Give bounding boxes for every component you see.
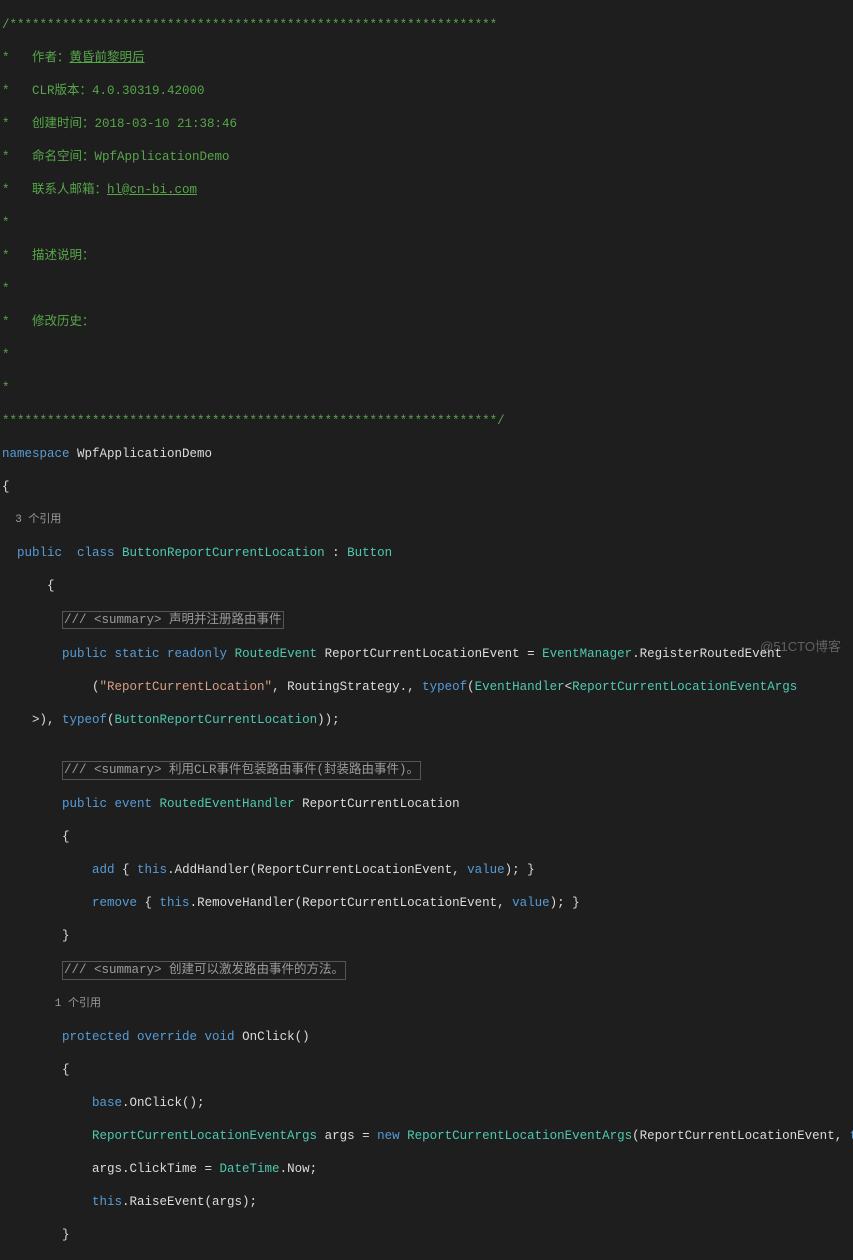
brace-open-4: { bbox=[2, 1062, 853, 1079]
header-namespace: * 命名空间：WpfApplicationDemo bbox=[2, 149, 853, 166]
remove-handler: remove { this.RemoveHandler(ReportCurren… bbox=[2, 895, 853, 912]
base-onclick: base.OnClick(); bbox=[2, 1095, 853, 1112]
header-stars: /***************************************… bbox=[2, 17, 853, 34]
brace-close-4: } bbox=[2, 1227, 853, 1244]
header-clr: * CLR版本：4.0.30319.42000 bbox=[2, 83, 853, 100]
summary-3: /// <summary> 创建可以激发路由事件的方法。 bbox=[2, 961, 853, 980]
register-event-line-3: >), typeof(ButtonReportCurrentLocation))… bbox=[2, 712, 853, 729]
header-desc: * 描述说明： bbox=[2, 248, 853, 265]
namespace-line: namespace WpfApplicationDemo bbox=[2, 446, 853, 463]
args-new: ReportCurrentLocationEventArgs args = ne… bbox=[2, 1128, 853, 1145]
add-handler: add { this.AddHandler(ReportCurrentLocat… bbox=[2, 862, 853, 879]
summary-1: /// <summary> 声明并注册路由事件 bbox=[2, 611, 853, 630]
header-blank4: * bbox=[2, 380, 853, 397]
brace-close-3: } bbox=[2, 928, 853, 945]
brace-open: { bbox=[2, 479, 853, 496]
register-event-line-1: public static readonly RoutedEvent Repor… bbox=[2, 646, 853, 663]
register-event-line-2: ("ReportCurrentLocation", RoutingStrateg… bbox=[2, 679, 853, 696]
header-blank3: * bbox=[2, 347, 853, 364]
references-link-3[interactable]: 3 个引用 bbox=[2, 512, 853, 529]
header-created: * 创建时间：2018-03-10 21:38:46 bbox=[2, 116, 853, 133]
header-blank2: * bbox=[2, 281, 853, 298]
brace-open-3: { bbox=[2, 829, 853, 846]
header-history: * 修改历史： bbox=[2, 314, 853, 331]
code-editor[interactable]: /***************************************… bbox=[0, 0, 853, 1260]
brace-open-2: { bbox=[2, 578, 853, 595]
references-link-1[interactable]: 1 个引用 bbox=[2, 996, 853, 1013]
header-email: * 联系人邮箱：hl@cn-bi.com bbox=[2, 182, 853, 199]
onclick-declaration: protected override void OnClick() bbox=[2, 1029, 853, 1046]
raise-event: this.RaiseEvent(args); bbox=[2, 1194, 853, 1211]
header-blank1: * bbox=[2, 215, 853, 232]
clicktime-assign: args.ClickTime = DateTime.Now; bbox=[2, 1161, 853, 1178]
header-stars-end: ****************************************… bbox=[2, 413, 853, 430]
watermark: @51CTO博客 bbox=[760, 639, 841, 656]
summary-2: /// <summary> 利用CLR事件包装路由事件(封装路由事件)。 bbox=[2, 761, 853, 780]
header-author: * 作者：黄昏前黎明后 bbox=[2, 50, 853, 67]
event-declaration: public event RoutedEventHandler ReportCu… bbox=[2, 796, 853, 813]
class-declaration: public class ButtonReportCurrentLocation… bbox=[2, 545, 853, 562]
